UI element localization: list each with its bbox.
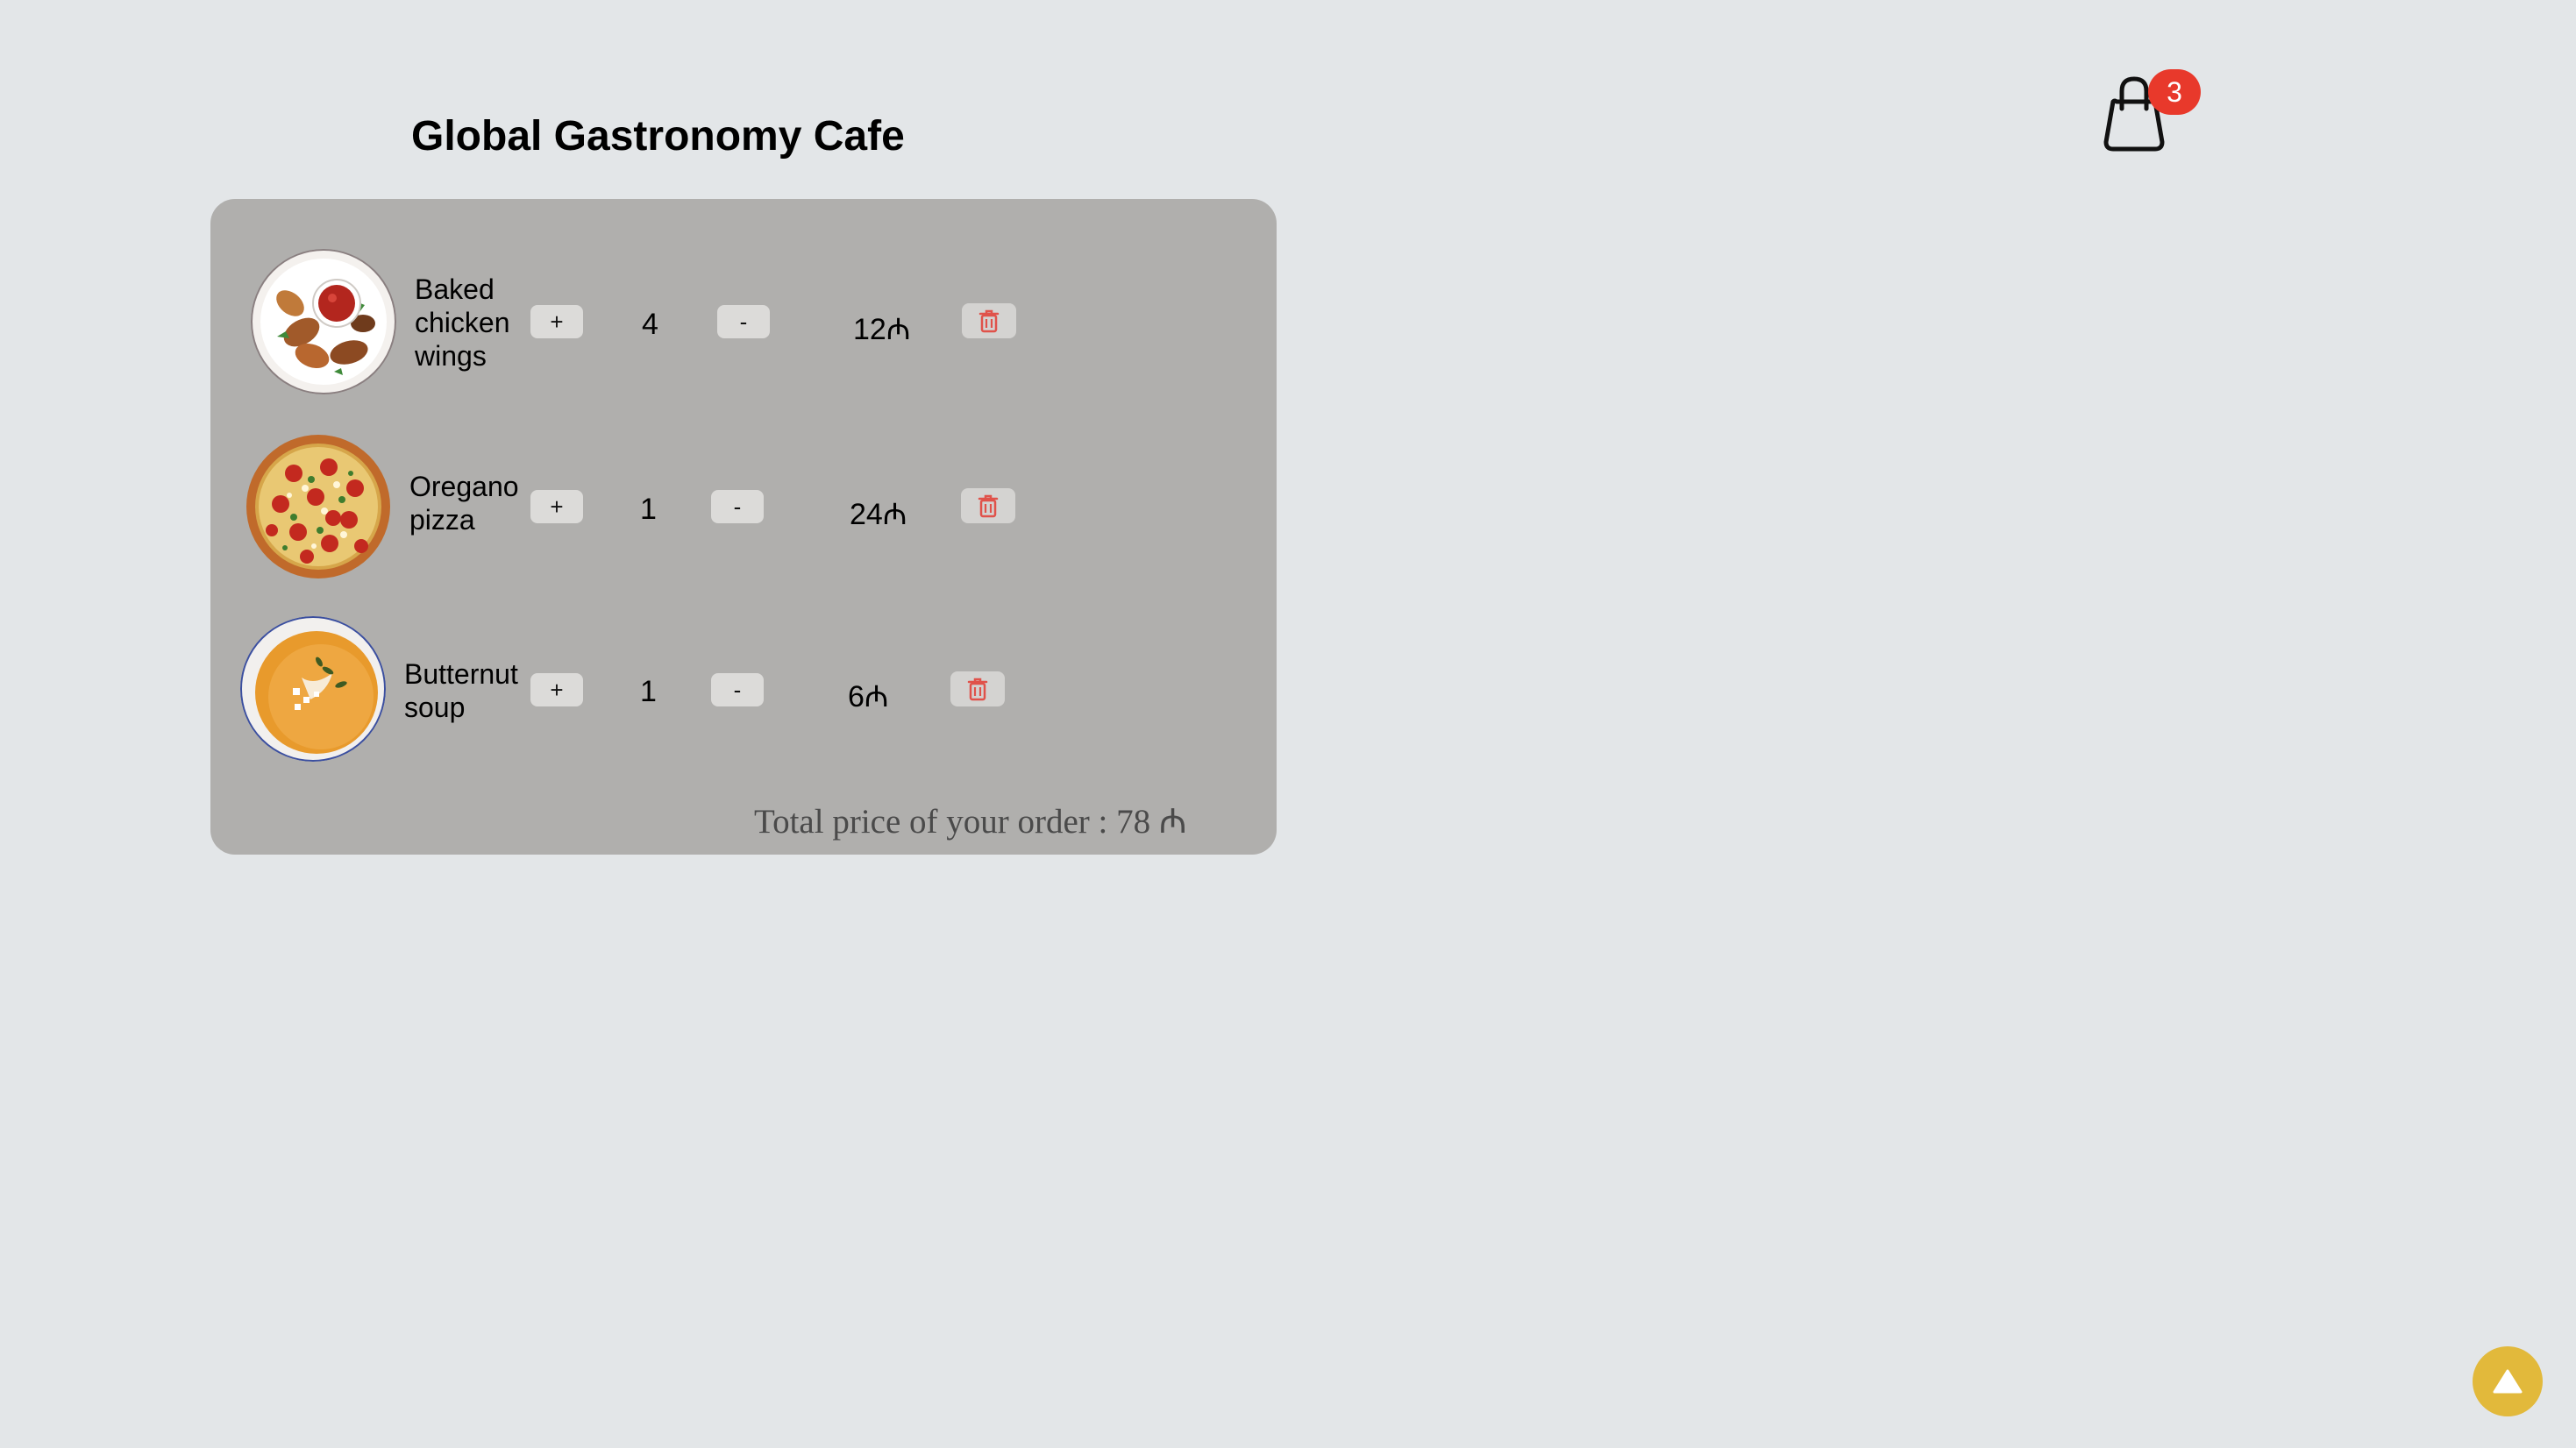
order-row-pizza: Oregano pizza + 1 - 24₼ [210, 434, 1277, 592]
trash-icon [967, 678, 988, 701]
item-quantity: 1 [640, 675, 657, 708]
decrease-quantity-button[interactable]: - [711, 490, 764, 523]
item-price: 6₼ [848, 680, 889, 713]
order-total: Total price of your order : 78 ₼ [754, 803, 1187, 841]
item-quantity: 1 [640, 493, 657, 526]
trash-icon [978, 309, 1000, 333]
delete-item-button[interactable] [962, 303, 1016, 338]
triangle-up-icon [2493, 1369, 2523, 1394]
soup-image [240, 616, 386, 762]
item-price: 24₼ [850, 498, 907, 531]
increase-quantity-button[interactable]: + [530, 305, 583, 338]
chicken-wings-image [251, 249, 396, 394]
item-name: Oregano pizza [409, 471, 519, 536]
page-title: Global Gastronomy Cafe [411, 113, 905, 160]
item-price: 12₼ [853, 313, 911, 346]
order-row-soup: Butternut soup + 1 - 6₼ [210, 616, 1277, 774]
delete-item-button[interactable] [961, 488, 1015, 523]
scroll-to-top-button[interactable] [2473, 1346, 2543, 1416]
delete-item-button[interactable] [950, 671, 1005, 706]
pizza-image [246, 434, 391, 579]
item-name: Baked chicken wings [415, 273, 510, 372]
decrease-quantity-button[interactable]: - [717, 305, 770, 338]
order-row-chicken-wings: Baked chicken wings + 4 - 12₼ [210, 249, 1277, 407]
cart-count-badge: 3 [2148, 69, 2201, 115]
item-quantity: 4 [642, 308, 658, 341]
increase-quantity-button[interactable]: + [530, 490, 583, 523]
decrease-quantity-button[interactable]: - [711, 673, 764, 706]
item-name: Butternut soup [404, 658, 518, 723]
increase-quantity-button[interactable]: + [530, 673, 583, 706]
order-panel: Baked chicken wings + 4 - 12₼ Oregano pi… [210, 199, 1277, 855]
trash-icon [978, 494, 999, 518]
